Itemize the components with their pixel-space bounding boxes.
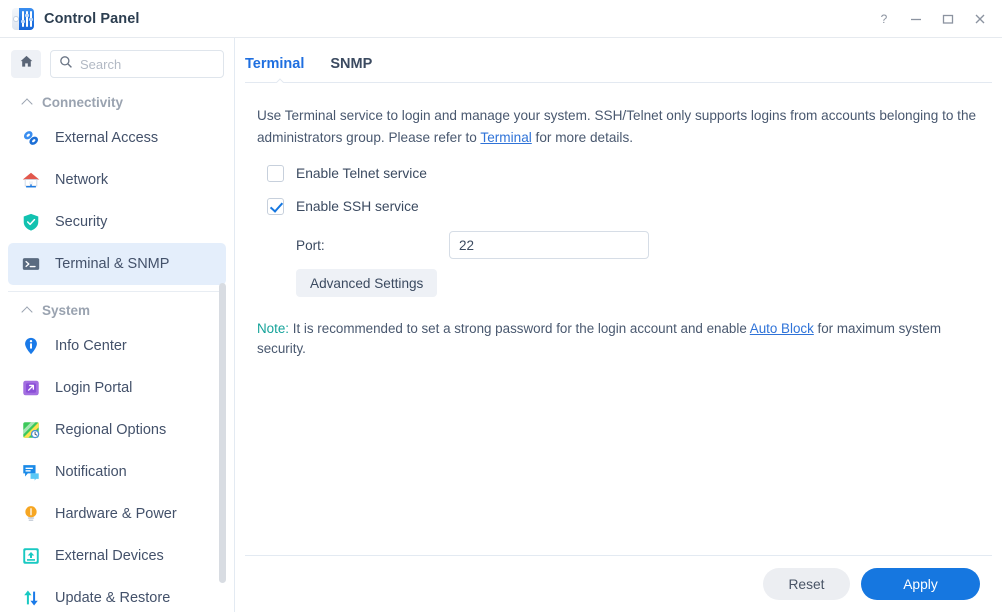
link-icon (20, 127, 42, 149)
window-body: Connectivity External Access (0, 38, 1002, 612)
sidebar: Connectivity External Access (0, 38, 235, 612)
tab-content-terminal: Use Terminal service to login and manage… (235, 83, 1002, 555)
house-network-icon (20, 169, 42, 191)
sidebar-group-label: System (42, 303, 91, 318)
search-icon (59, 55, 73, 74)
help-button[interactable]: ? (868, 4, 900, 34)
chevron-up-icon (22, 97, 33, 108)
description-text-part2: for more details. (531, 130, 634, 145)
sidebar-item-network[interactable]: Network (8, 159, 226, 201)
auto-block-link[interactable]: Auto Block (750, 321, 814, 336)
sidebar-scrollbar-thumb[interactable] (219, 283, 226, 583)
sidebar-item-info-center[interactable]: Info Center (8, 325, 226, 367)
sidebar-group-connectivity[interactable]: Connectivity (0, 88, 234, 117)
sidebar-item-label: Terminal & SNMP (55, 256, 170, 272)
sidebar-item-terminal-snmp[interactable]: Terminal & SNMP (8, 243, 226, 285)
telnet-checkbox-row[interactable]: Enable Telnet service (257, 165, 980, 182)
search-box[interactable] (50, 50, 224, 78)
sidebar-item-label: Login Portal (55, 380, 133, 396)
sidebar-group-system[interactable]: System (0, 296, 234, 325)
sidebar-item-label: External Access (55, 130, 159, 146)
note-text-part1: It is recommended to set a strong passwo… (289, 321, 750, 336)
sidebar-group-label: Connectivity (42, 95, 124, 110)
ssh-checkbox-row[interactable]: Enable SSH service (257, 198, 980, 215)
port-label: Port: (296, 237, 325, 253)
update-arrows-icon (20, 587, 42, 609)
home-icon (19, 54, 34, 74)
svg-text:?: ? (881, 12, 888, 26)
sidebar-nav: Connectivity External Access Network Sec… (0, 88, 234, 612)
terminal-help-link[interactable]: Terminal (480, 130, 531, 145)
ssh-checkbox-label: Enable SSH service (296, 199, 419, 214)
shield-check-icon (20, 211, 42, 233)
speech-bubble-icon (20, 461, 42, 483)
reset-button[interactable]: Reset (763, 568, 850, 600)
sidebar-item-update-restore[interactable]: Update & Restore (8, 577, 226, 612)
sidebar-item-login-portal[interactable]: Login Portal (8, 367, 226, 409)
sidebar-search-row (0, 38, 234, 88)
port-row: Port: (257, 231, 980, 259)
window-titlebar: Control Panel ? (0, 0, 1002, 38)
sidebar-item-label: Hardware & Power (55, 506, 177, 522)
terminal-description: Use Terminal service to login and manage… (257, 105, 977, 149)
sidebar-item-label: Security (55, 214, 108, 230)
tab-bar: Terminal SNMP (235, 38, 1002, 82)
terminal-prompt-icon (20, 253, 42, 275)
sidebar-item-notification[interactable]: Notification (8, 451, 226, 493)
info-pin-icon (20, 335, 42, 357)
active-tab-notch (275, 77, 285, 83)
minimize-button[interactable] (900, 4, 932, 34)
port-input[interactable] (449, 231, 649, 259)
tab-snmp[interactable]: SNMP (330, 56, 372, 82)
sidebar-item-label: Network (55, 172, 109, 188)
window-title: Control Panel (44, 10, 140, 27)
telnet-checkbox[interactable] (267, 165, 284, 182)
external-arrow-icon (20, 377, 42, 399)
control-panel-window: Control Panel ? Search Connectivity Exte… (0, 0, 1002, 612)
close-button[interactable] (964, 4, 996, 34)
note-keyword: Note: (257, 321, 290, 336)
lightbulb-icon (20, 503, 42, 525)
control-panel-icon (12, 7, 34, 30)
sidebar-item-external-access[interactable]: External Access (8, 117, 226, 159)
sidebar-item-regional-options[interactable]: Regional Options (8, 409, 226, 451)
advanced-settings-button[interactable]: Advanced Settings (296, 269, 438, 297)
tab-underline (245, 82, 992, 83)
home-button[interactable] (11, 50, 41, 78)
apply-button[interactable]: Apply (861, 568, 980, 600)
sidebar-item-security[interactable]: Security (8, 201, 226, 243)
window-controls: ? (868, 4, 996, 34)
security-note: Note: It is recommended to set a strong … (257, 319, 980, 359)
sidebar-item-label: Info Center (55, 338, 127, 354)
search-input[interactable] (80, 56, 215, 72)
chevron-up-icon (22, 305, 33, 316)
telnet-checkbox-label: Enable Telnet service (296, 166, 427, 181)
usb-eject-icon (20, 545, 42, 567)
ssh-checkbox[interactable] (267, 198, 284, 215)
globe-clock-icon (20, 419, 42, 441)
main-panel: Terminal SNMP Use Terminal service to lo… (235, 38, 1002, 612)
sidebar-scrollbar-track[interactable] (219, 88, 230, 612)
sidebar-item-label: Notification (55, 464, 127, 480)
sidebar-item-label: Update & Restore (55, 590, 171, 606)
action-footer: Reset Apply (245, 555, 992, 612)
sidebar-item-hardware-power[interactable]: Hardware & Power (8, 493, 226, 535)
sidebar-item-external-devices[interactable]: External Devices (8, 535, 226, 577)
maximize-button[interactable] (932, 4, 964, 34)
sidebar-divider (8, 291, 226, 292)
sidebar-item-label: Regional Options (55, 422, 167, 438)
sidebar-item-label: External Devices (55, 548, 164, 564)
